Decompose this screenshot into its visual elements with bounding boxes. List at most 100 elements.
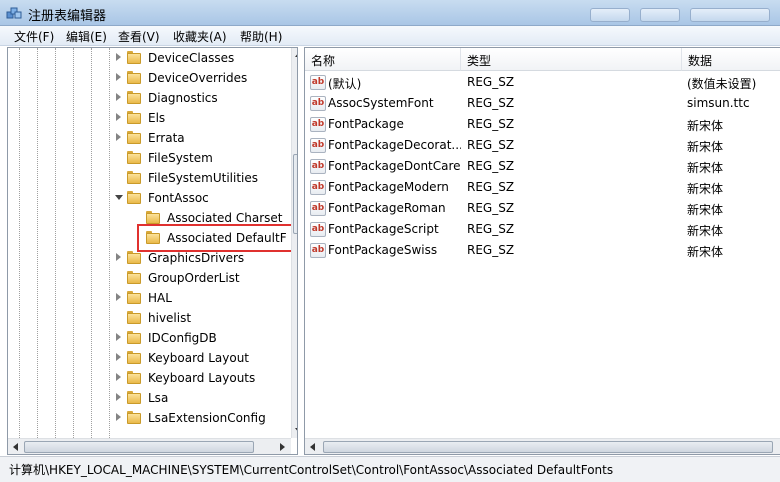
- value-data: simsun.ttc: [687, 96, 750, 110]
- values-horizontal-scrollbar[interactable]: [305, 438, 780, 454]
- values-list-pane[interactable]: 名称 类型 数据 ab (默认) REG_SZ (数值未设置) ab AssocSyste…: [304, 47, 780, 455]
- column-header-data[interactable]: 数据: [682, 48, 780, 71]
- tree-item-label: IDConfigDB: [148, 331, 217, 345]
- folder-icon: [127, 131, 141, 145]
- string-value-icon: ab: [310, 180, 326, 195]
- tree-item[interactable]: DeviceOverrides: [8, 68, 288, 88]
- tree-item[interactable]: GroupOrderList: [8, 268, 288, 288]
- value-row[interactable]: ab FontPackage REG_SZ 新宋体: [305, 114, 780, 135]
- expand-arrow-icon[interactable]: [116, 333, 121, 341]
- tree-item[interactable]: DeviceClasses: [8, 48, 288, 68]
- folder-icon: [127, 371, 141, 385]
- value-row[interactable]: ab FontPackageRoman REG_SZ 新宋体: [305, 198, 780, 219]
- tree-item[interactable]: Els: [8, 108, 288, 128]
- value-type: REG_SZ: [467, 180, 515, 194]
- tree-item[interactable]: Keyboard Layouts: [8, 368, 288, 388]
- value-row[interactable]: ab FontPackageDecorat... REG_SZ 新宋体: [305, 135, 780, 156]
- scroll-up-arrow-icon[interactable]: [295, 52, 297, 57]
- collapse-arrow-icon[interactable]: [115, 195, 123, 200]
- tree-item[interactable]: HAL: [8, 288, 288, 308]
- tree-item-label: DeviceOverrides: [148, 71, 248, 85]
- value-data: 新宋体: [687, 140, 724, 154]
- highlight-box: [137, 224, 297, 252]
- scroll-left-arrow-icon[interactable]: [13, 443, 18, 451]
- tree-item[interactable]: Lsa: [8, 388, 288, 408]
- tree-item[interactable]: LsaExtensionConfig: [8, 408, 288, 428]
- expand-arrow-icon[interactable]: [116, 113, 121, 121]
- value-row[interactable]: ab AssocSystemFont REG_SZ simsun.ttc: [305, 93, 780, 114]
- menu-file[interactable]: 文件(F): [12, 28, 56, 45]
- tree-item-label: LsaExtensionConfig: [148, 411, 266, 425]
- value-name: FontPackageModern: [328, 180, 449, 194]
- maximize-button[interactable]: [640, 8, 680, 22]
- menu-favorites[interactable]: 收藏夹(A): [171, 28, 229, 45]
- tree-item-label: HAL: [148, 291, 172, 305]
- column-header-type[interactable]: 类型: [461, 48, 682, 71]
- folder-icon: [127, 91, 141, 105]
- folder-icon: [127, 391, 141, 405]
- values-horizontal-scroll-thumb[interactable]: [323, 441, 773, 453]
- folder-icon: [146, 211, 160, 225]
- value-type: REG_SZ: [467, 222, 515, 236]
- tree-item-label: hivelist: [148, 311, 192, 325]
- scroll-right-arrow-icon[interactable]: [280, 443, 285, 451]
- tree-item[interactable]: Errata: [8, 128, 288, 148]
- value-row[interactable]: ab FontPackageModern REG_SZ 新宋体: [305, 177, 780, 198]
- tree-horizontal-scroll-thumb[interactable]: [24, 441, 254, 453]
- menu-help[interactable]: 帮助(H): [238, 28, 284, 45]
- expand-arrow-icon[interactable]: [116, 73, 121, 81]
- folder-icon: [127, 71, 141, 85]
- title-bar: 注册表编辑器: [0, 0, 780, 26]
- expand-arrow-icon[interactable]: [116, 393, 121, 401]
- value-row[interactable]: ab FontPackageScript REG_SZ 新宋体: [305, 219, 780, 240]
- menu-bar: 文件(F) 编辑(E) 查看(V) 收藏夹(A) 帮助(H): [0, 26, 780, 46]
- string-value-icon: ab: [310, 201, 326, 216]
- value-name: FontPackageScript: [328, 222, 439, 236]
- menu-view[interactable]: 查看(V): [116, 28, 162, 45]
- value-row[interactable]: ab FontPackageSwiss REG_SZ 新宋体: [305, 240, 780, 261]
- tree-item-label: Associated Charset: [167, 211, 283, 225]
- tree-item[interactable]: FileSystem: [8, 148, 288, 168]
- close-button[interactable]: [690, 8, 770, 22]
- expand-arrow-icon[interactable]: [116, 93, 121, 101]
- folder-icon: [127, 151, 141, 165]
- expand-arrow-icon[interactable]: [116, 373, 121, 381]
- value-data: 新宋体: [687, 203, 724, 217]
- tree-item[interactable]: hivelist: [8, 308, 288, 328]
- value-row[interactable]: ab (默认) REG_SZ (数值未设置): [305, 72, 780, 93]
- key-tree-pane[interactable]: DeviceClasses DeviceOverrides Diagnostics E…: [7, 47, 298, 455]
- folder-icon: [127, 271, 141, 285]
- minimize-button[interactable]: [590, 8, 630, 22]
- expand-arrow-icon[interactable]: [116, 293, 121, 301]
- tree-item[interactable]: FileSystemUtilities: [8, 168, 288, 188]
- column-header-name[interactable]: 名称: [305, 48, 461, 71]
- menu-edit[interactable]: 编辑(E): [64, 28, 109, 45]
- value-data: (数值未设置): [687, 77, 757, 91]
- value-data: 新宋体: [687, 245, 724, 259]
- tree-item[interactable]: FontAssoc: [8, 188, 288, 208]
- folder-icon: [127, 51, 141, 65]
- tree-item-label: Diagnostics: [148, 91, 218, 105]
- tree-item[interactable]: Keyboard Layout: [8, 348, 288, 368]
- value-type: REG_SZ: [467, 159, 515, 173]
- tree-item-label: Els: [148, 111, 166, 125]
- expand-arrow-icon[interactable]: [116, 133, 121, 141]
- tree-item[interactable]: Diagnostics: [8, 88, 288, 108]
- value-row[interactable]: ab FontPackageDontCare REG_SZ 新宋体: [305, 156, 780, 177]
- scroll-down-arrow-icon[interactable]: [295, 428, 297, 433]
- expand-arrow-icon[interactable]: [116, 353, 121, 361]
- expand-arrow-icon[interactable]: [116, 53, 121, 61]
- tree-horizontal-scrollbar[interactable]: [8, 438, 291, 454]
- expand-arrow-icon[interactable]: [116, 413, 121, 421]
- tree-item[interactable]: IDConfigDB: [8, 328, 288, 348]
- tree-item-label: GraphicsDrivers: [148, 251, 245, 265]
- scroll-left-arrow-icon[interactable]: [310, 443, 315, 451]
- tree-vertical-scroll-thumb[interactable]: [293, 154, 297, 234]
- tree-vertical-scrollbar[interactable]: [291, 48, 297, 438]
- folder-icon: [127, 411, 141, 425]
- folder-icon: [127, 331, 141, 345]
- expand-arrow-icon[interactable]: [116, 253, 121, 261]
- tree-item-label: FontAssoc: [148, 191, 209, 205]
- folder-icon: [127, 351, 141, 365]
- window-title: 注册表编辑器: [28, 9, 107, 24]
